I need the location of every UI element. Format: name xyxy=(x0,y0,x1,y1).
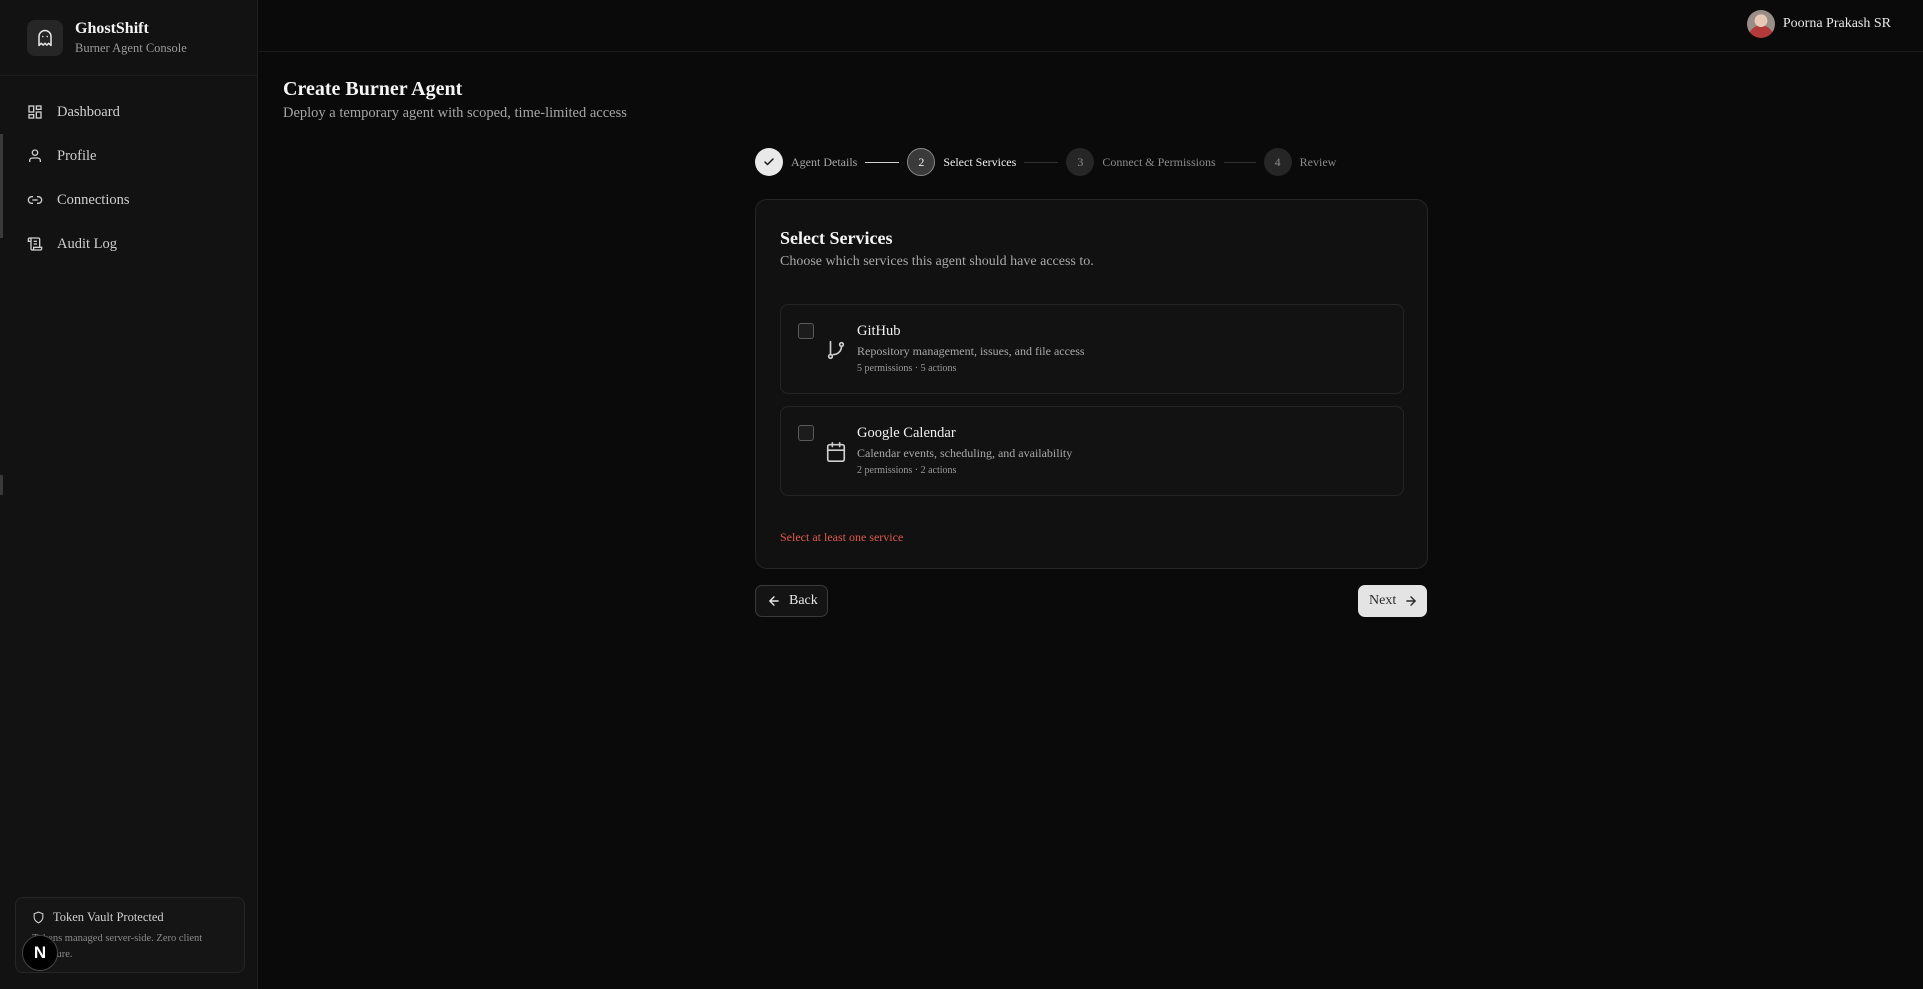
stepper: Agent Details 2 Select Services 3 Connec… xyxy=(755,148,1336,176)
app-root: GhostShift Burner Agent Console Dashboar… xyxy=(0,0,1923,989)
arrow-right-icon xyxy=(1406,596,1417,606)
service-name: GitHub xyxy=(857,323,901,339)
sidebar-item-connections[interactable]: Connections xyxy=(0,178,257,222)
step-label: Agent Details xyxy=(791,154,858,169)
service-name: Google Calendar xyxy=(857,425,956,441)
step-label: Connect & Permissions xyxy=(1102,154,1216,169)
sidebar-nav: Dashboard Profile Connections Audit Log xyxy=(0,76,257,266)
sidebar-edge-marker xyxy=(0,475,3,495)
topbar: Poorna Prakash SR xyxy=(259,0,1923,52)
step-label: Review xyxy=(1299,154,1337,169)
grid-icon xyxy=(28,105,42,119)
page-title: Create Burner Agent xyxy=(283,78,463,100)
user-icon xyxy=(29,149,41,162)
page-subtitle: Deploy a temporary agent with scoped, ti… xyxy=(283,105,627,121)
service-checkbox[interactable] xyxy=(798,425,814,441)
sidebar: GhostShift Burner Agent Console Dashboar… xyxy=(0,0,258,989)
git-branch-icon xyxy=(827,340,845,360)
card-subtitle: Choose which services this agent should … xyxy=(780,254,1094,269)
sidebar-item-profile[interactable]: Profile xyxy=(0,134,257,178)
step-number: 2 xyxy=(907,148,936,176)
scroll-icon xyxy=(27,237,43,251)
step-connector xyxy=(865,161,900,163)
step-connector xyxy=(1223,161,1256,163)
next-button-label: Next xyxy=(1369,593,1397,608)
step-number: 3 xyxy=(1066,148,1095,176)
sidebar-item-label: Profile xyxy=(57,147,97,164)
user-name: Poorna Prakash SR xyxy=(1782,16,1891,31)
back-button[interactable]: Back xyxy=(755,585,828,617)
user-menu[interactable]: Poorna Prakash SR xyxy=(1746,10,1891,38)
shield-icon xyxy=(33,911,44,924)
arrow-left-icon xyxy=(769,596,779,606)
sidebar-item-label: Connections xyxy=(57,191,130,208)
brand-name: GhostShift xyxy=(75,19,149,37)
back-button-label: Back xyxy=(789,593,818,608)
service-checkbox[interactable] xyxy=(798,323,814,339)
service-description: Repository management, issues, and file … xyxy=(857,344,1085,358)
vault-title: Token Vault Protected xyxy=(53,910,164,924)
avatar xyxy=(1746,10,1775,38)
step-done-circle xyxy=(755,148,783,176)
step-number: 4 xyxy=(1263,148,1292,176)
step-label: Select Services xyxy=(943,154,1017,169)
step-agent-details: Agent Details xyxy=(755,148,857,176)
validation-error: Select at least one service xyxy=(780,530,904,544)
step-connector xyxy=(1024,161,1059,163)
brand[interactable]: GhostShift Burner Agent Console xyxy=(0,0,257,76)
link-icon xyxy=(27,196,43,204)
service-option-google-calendar[interactable]: Google Calendar Calendar events, schedul… xyxy=(780,406,1404,496)
calendar-icon xyxy=(826,442,846,462)
step-select-services: 2 Select Services xyxy=(907,148,1016,176)
step-review: 4 Review xyxy=(1263,148,1337,176)
service-option-github[interactable]: GitHub Repository management, issues, an… xyxy=(780,304,1404,394)
sidebar-item-label: Dashboard xyxy=(57,103,120,120)
service-meta: 2 permissions · 2 actions xyxy=(857,465,957,476)
framework-badge[interactable]: N xyxy=(22,935,58,971)
card-title: Select Services xyxy=(780,228,893,248)
ghost-logo-icon xyxy=(27,19,63,56)
next-button[interactable]: Next xyxy=(1358,585,1427,617)
check-icon xyxy=(764,158,774,166)
vault-title-row: Token Vault Protected xyxy=(32,910,228,925)
sidebar-item-label: Audit Log xyxy=(57,235,118,252)
select-services-card: Select Services Choose which services th… xyxy=(755,199,1428,569)
service-description: Calendar events, scheduling, and availab… xyxy=(857,446,1073,460)
service-meta: 5 permissions · 5 actions xyxy=(857,363,957,374)
sidebar-edge-marker xyxy=(0,134,3,238)
sidebar-item-dashboard[interactable]: Dashboard xyxy=(0,90,257,134)
step-connect-permissions: 3 Connect & Permissions xyxy=(1066,148,1216,176)
sidebar-item-audit-log[interactable]: Audit Log xyxy=(0,222,257,266)
brand-subtitle: Burner Agent Console xyxy=(75,40,187,55)
vault-text: Tokens managed server-side. Zero client … xyxy=(32,933,203,960)
